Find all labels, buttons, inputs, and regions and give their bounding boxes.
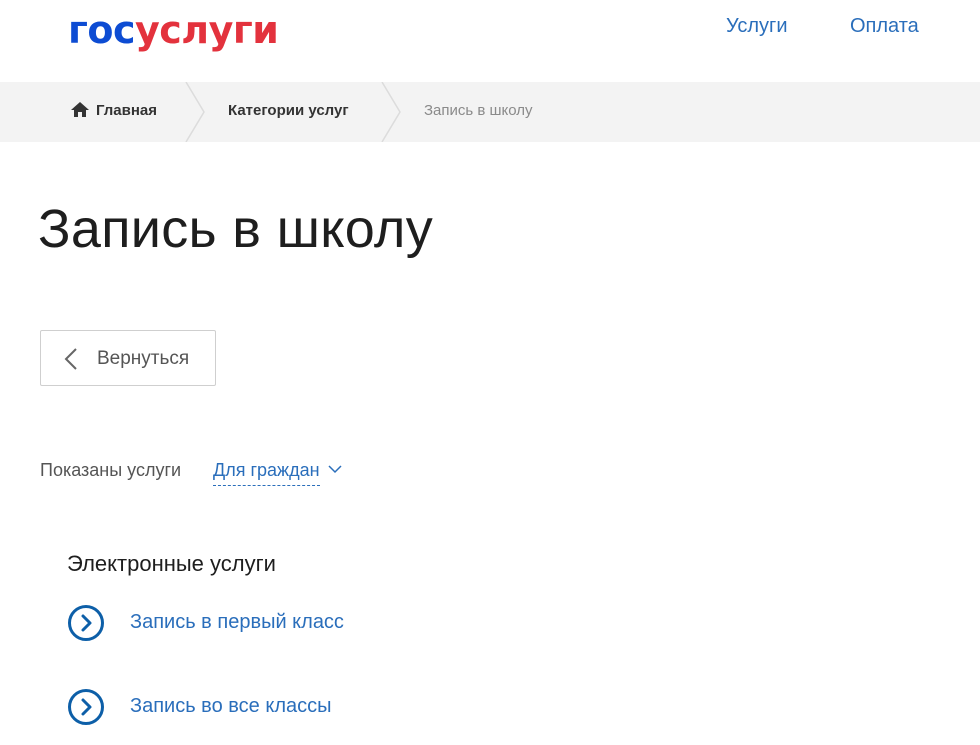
breadcrumb: Главная Категории услуг Запись в школу — [0, 82, 980, 142]
service-link-first-grade[interactable]: Запись в первый класс — [67, 604, 397, 642]
home-icon — [70, 85, 90, 142]
service-label: Запись во все классы — [130, 695, 332, 717]
nav-payment-link[interactable]: Оплата — [850, 14, 919, 38]
gosuslugi-logo[interactable]: госуслуги — [68, 8, 279, 52]
chevron-down-icon — [328, 457, 342, 479]
filter-label: Показаны услуги — [40, 460, 182, 480]
audience-dropdown-value: Для граждан — [213, 460, 320, 486]
circle-chevron-right-icon — [67, 688, 105, 731]
nav-services-link[interactable]: Услуги — [726, 14, 788, 38]
logo-part-uslugi: услуги — [135, 8, 279, 52]
service-label: Запись в первый класс — [130, 611, 344, 633]
breadcrumb-separator-icon — [381, 82, 401, 142]
back-button-label: Вернуться — [97, 348, 190, 369]
breadcrumb-current: Запись в школу — [424, 102, 533, 119]
breadcrumb-separator-icon — [185, 82, 205, 142]
section-title-electronic-services: Электронные услуги — [67, 551, 276, 576]
breadcrumb-categories[interactable]: Категории услуг — [228, 82, 349, 142]
breadcrumb-home-label: Главная — [96, 102, 158, 119]
circle-chevron-right-icon — [67, 604, 105, 647]
logo-part-gos: гос — [68, 8, 136, 52]
chevron-left-icon — [63, 347, 79, 376]
page-title: Запись в школу — [38, 199, 433, 259]
service-link-all-grades[interactable]: Запись во все классы — [67, 688, 377, 726]
breadcrumb-home[interactable]: Главная — [70, 82, 157, 142]
back-button[interactable]: Вернуться — [40, 330, 216, 386]
site-header: госуслуги Услуги Оплата — [0, 0, 980, 82]
audience-dropdown[interactable]: Для граждан — [213, 457, 342, 486]
